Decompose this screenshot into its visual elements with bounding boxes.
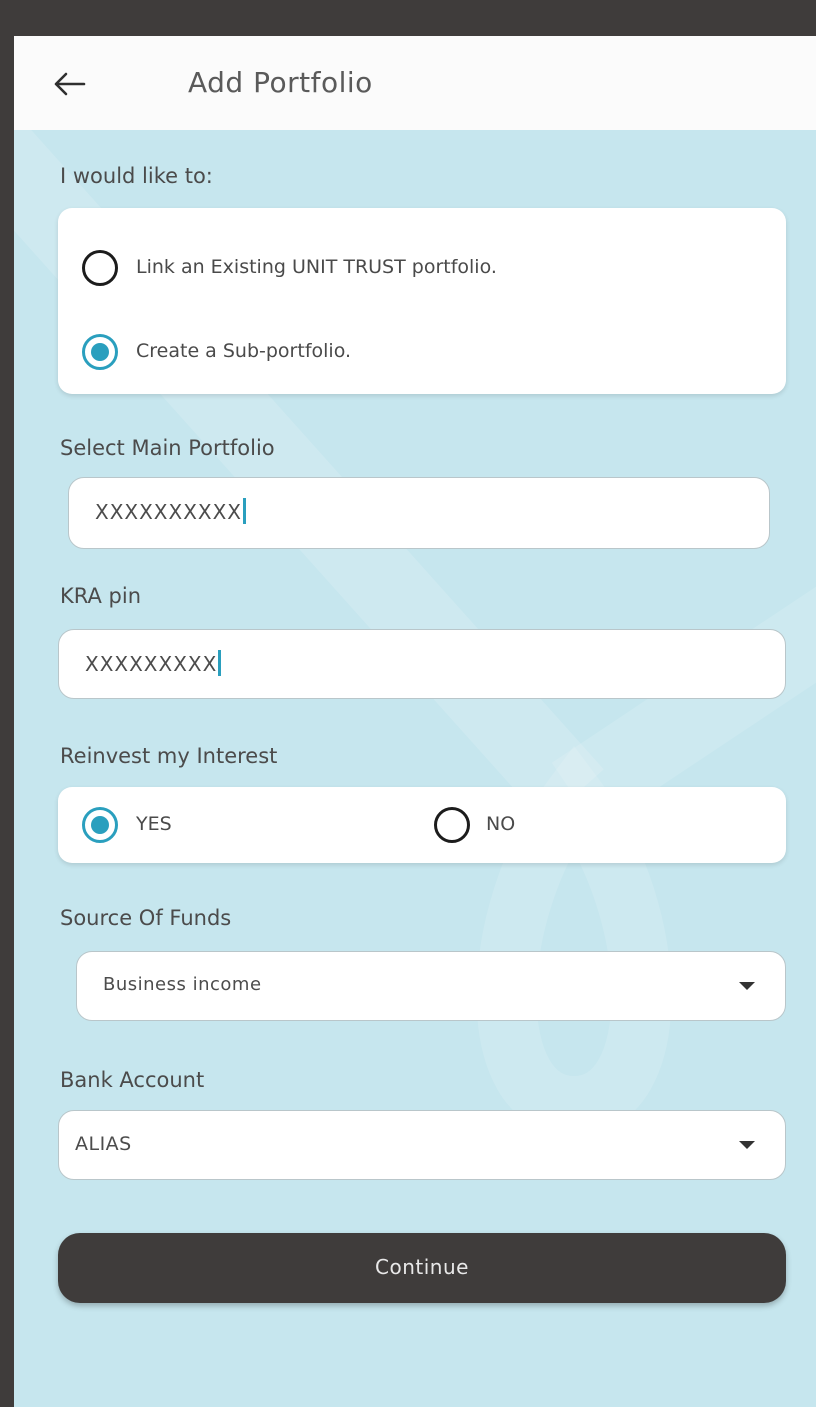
page-title: Add Portfolio	[188, 66, 373, 99]
source-of-funds-label: Source Of Funds	[60, 906, 232, 930]
app-bar: Add Portfolio	[14, 36, 816, 130]
continue-label: Continue	[375, 1255, 469, 1279]
main-portfolio-label: Select Main Portfolio	[60, 436, 275, 460]
kra-pin-label: KRA pin	[60, 584, 142, 608]
bank-account-label: Bank Account	[60, 1068, 205, 1092]
chevron-down-icon	[739, 1141, 755, 1149]
bank-account-value: ALIAS	[75, 1133, 132, 1155]
create-sub-portfolio-label[interactable]: Create a Sub-portfolio.	[136, 340, 351, 362]
text-cursor	[218, 650, 222, 676]
reinvest-no-label[interactable]: NO	[486, 813, 515, 835]
continue-button[interactable]: Continue	[58, 1233, 786, 1303]
add-portfolio-screen: Add Portfolio I would like to: Link an E…	[14, 36, 816, 1407]
create-sub-portfolio-radio[interactable]	[82, 334, 118, 370]
source-of-funds-value: Business income	[103, 974, 262, 995]
reinvest-label: Reinvest my Interest	[60, 744, 278, 768]
reinvest-yes-label[interactable]: YES	[136, 813, 172, 835]
bank-account-dropdown[interactable]: ALIAS	[58, 1110, 786, 1180]
link-existing-label[interactable]: Link an Existing UNIT TRUST portfolio.	[136, 256, 497, 278]
main-portfolio-value: XXXXXXXXXX	[95, 500, 243, 524]
reinvest-options-card: YES NO	[58, 787, 786, 863]
reinvest-no-radio[interactable]	[434, 807, 470, 843]
back-button[interactable]	[48, 62, 92, 106]
chevron-down-icon	[739, 982, 755, 990]
link-existing-radio[interactable]	[82, 250, 118, 286]
text-cursor	[243, 498, 247, 524]
kra-pin-value: XXXXXXXXX	[85, 652, 218, 676]
intent-options-card: Link an Existing UNIT TRUST portfolio. C…	[58, 208, 786, 394]
arrow-left-icon	[54, 72, 86, 96]
main-portfolio-input[interactable]: XXXXXXXXXX	[68, 477, 770, 549]
reinvest-yes-radio[interactable]	[82, 807, 118, 843]
intent-label: I would like to:	[60, 164, 213, 188]
kra-pin-input[interactable]: XXXXXXXXX	[58, 629, 786, 699]
source-of-funds-dropdown[interactable]: Business income	[76, 951, 786, 1021]
